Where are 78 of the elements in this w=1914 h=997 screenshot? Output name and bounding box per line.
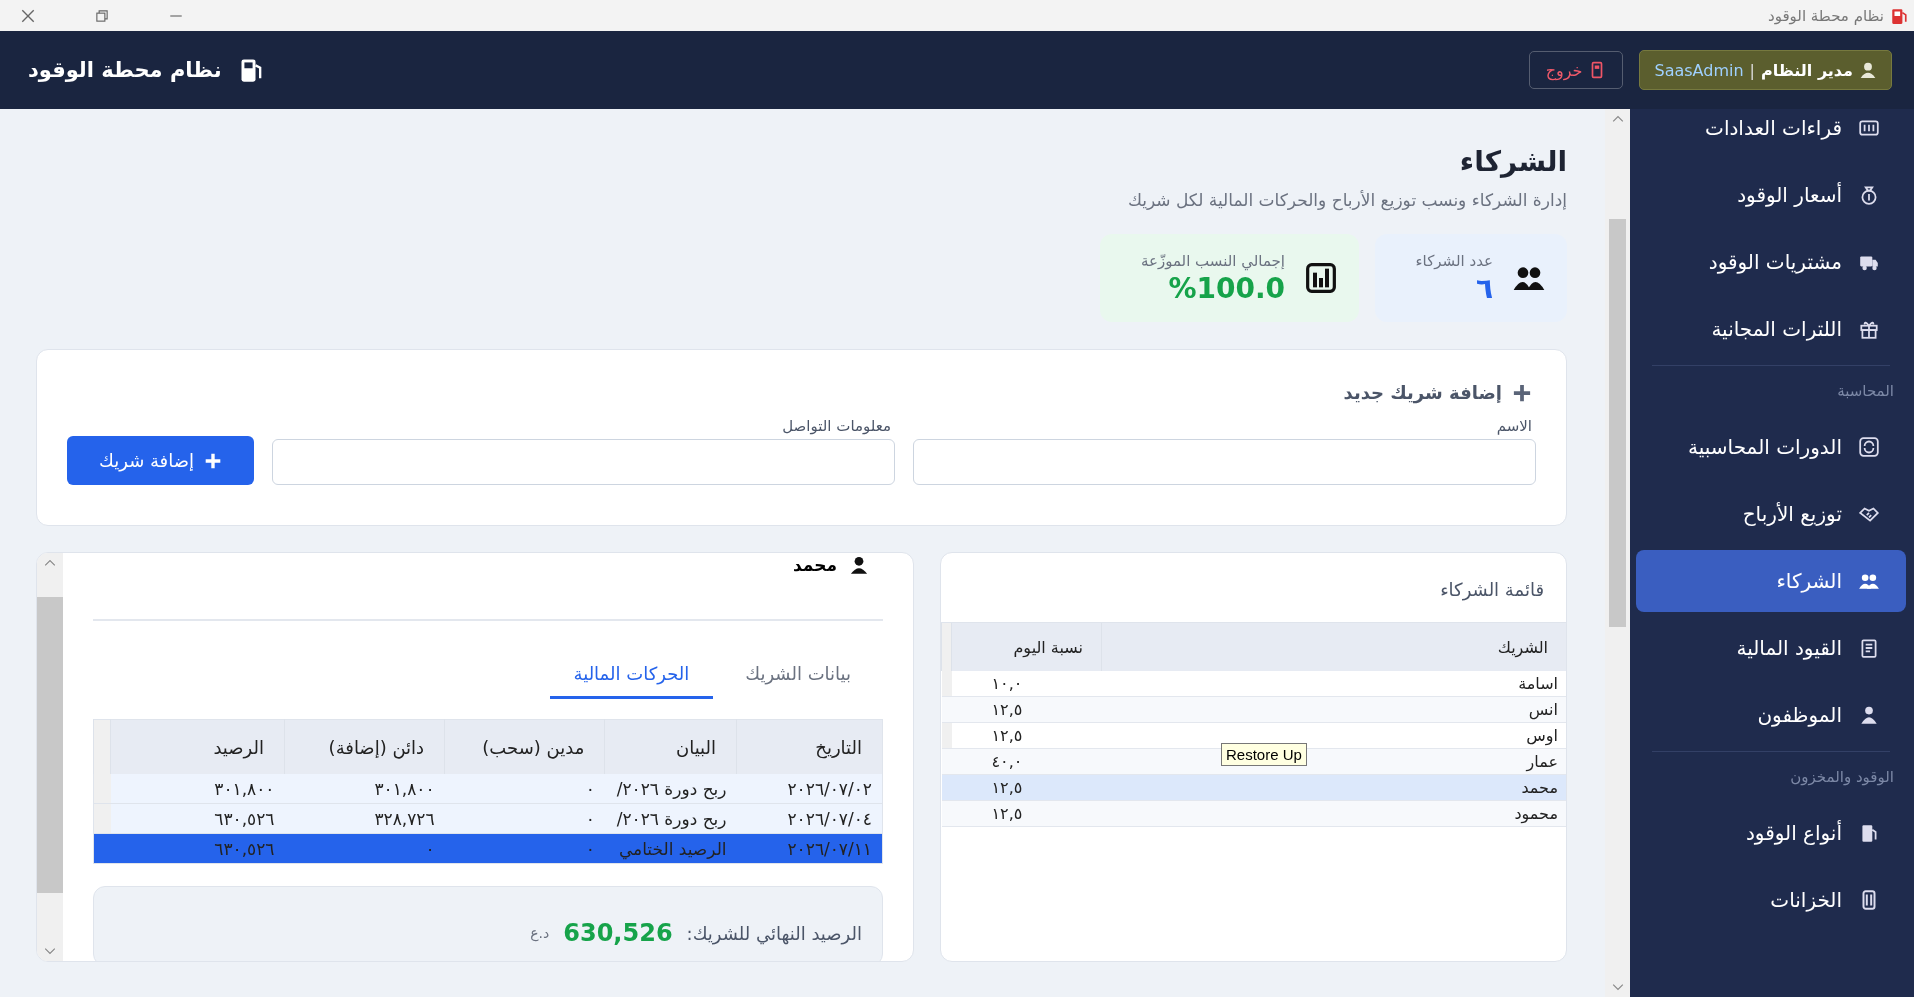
- stat-label: عدد الشركاء: [1415, 251, 1493, 270]
- currency: د.ع: [530, 925, 550, 941]
- column-header[interactable]: مدين (سحب): [444, 719, 605, 774]
- table-cell[interactable]: ٣٠١,٨٠٠: [284, 774, 445, 804]
- scroll-up-icon[interactable]: [1611, 114, 1624, 124]
- separator: |: [1749, 60, 1755, 80]
- page-subtitle: إدارة الشركاء ونسب توزيع الأرباح والحركات المالية لكل شريك: [1126, 190, 1567, 210]
- sidebar-item[interactable]: توزيع الأرباح: [1636, 483, 1906, 545]
- window-title: نظام محطة الوقود: [1767, 6, 1884, 25]
- app-icon: [1890, 6, 1908, 25]
- column-header[interactable]: نسبة اليوم: [951, 623, 1102, 671]
- restore-icon[interactable]: [94, 7, 110, 24]
- table-cell[interactable]: ٠: [444, 803, 605, 834]
- table-cell[interactable]: ٣٢٨,٧٢٦: [284, 803, 445, 834]
- scroll-down-icon[interactable]: [44, 946, 56, 956]
- input-field[interactable]: [272, 439, 895, 485]
- bar-chart-icon: [1305, 262, 1337, 294]
- sidebar-item[interactable]: القيود المالية: [1636, 617, 1906, 679]
- field-label: الاسم: [1495, 417, 1533, 435]
- scrollbar-thumb[interactable]: [37, 597, 63, 893]
- form-title: إضافة شريك جديد: [1343, 382, 1502, 403]
- input-field[interactable]: [913, 439, 1536, 485]
- table-cell[interactable]: ٢٠٢٦/٠٧/٠٤: [736, 803, 883, 834]
- stat-value: %100.0: [1167, 271, 1285, 305]
- table-cell[interactable]: انس: [1101, 696, 1566, 723]
- sidebar-item[interactable]: الخزانات: [1636, 869, 1906, 931]
- page-title: الشركاء: [1458, 145, 1567, 178]
- table-cell[interactable]: ٦٣٠,٥٢٦: [110, 803, 285, 834]
- user-icon: [849, 555, 869, 575]
- section-heading: المحاسبة: [1836, 381, 1895, 402]
- stat-value: ٦: [1474, 271, 1493, 305]
- table-cell[interactable]: ٢٠٢٦/٠٧/٠٢: [736, 774, 883, 804]
- user-role: مدير النظام: [1760, 60, 1853, 80]
- stat-label: إجمالي النسب الموزّعة: [1140, 251, 1285, 270]
- tooltip: Restore Up: [1221, 743, 1307, 766]
- table-cell[interactable]: اسامة: [1101, 671, 1566, 697]
- partner-name: محمد: [793, 555, 837, 575]
- app-title: نظام محطة الوقود: [28, 58, 222, 82]
- sidebar-item[interactable]: قراءات العدادات: [1636, 109, 1906, 159]
- tab[interactable]: بيانات الشريك: [721, 655, 875, 699]
- scroll-up-icon[interactable]: [44, 558, 56, 568]
- username: SaasAdmin: [1654, 60, 1744, 80]
- refresh-icon: [1858, 436, 1880, 458]
- table-cell[interactable]: ٤٠,٠: [951, 748, 1102, 775]
- sidebar-item[interactable]: اللترات المجانية: [1636, 298, 1906, 360]
- summary-value: 630,526: [563, 919, 673, 947]
- column-header[interactable]: دائن (إضافة): [284, 719, 445, 774]
- tab[interactable]: الحركات المالية: [549, 655, 714, 699]
- close-icon[interactable]: [20, 7, 36, 24]
- column-header[interactable]: الرصيد: [110, 719, 285, 774]
- table-cell[interactable]: ٣٠١,٨٠٠: [110, 774, 285, 804]
- table-cell[interactable]: محمد: [1101, 774, 1566, 801]
- plus-icon: [204, 451, 222, 470]
- user-icon: [1859, 61, 1877, 79]
- table-cell[interactable]: ١٢,٥: [951, 774, 1102, 801]
- sidebar-item[interactable]: مشتريات الوقود: [1636, 231, 1906, 293]
- table-cell[interactable]: ٠: [444, 774, 605, 804]
- column-header[interactable]: الشريك: [1101, 623, 1566, 671]
- logout-button[interactable]: خروج: [1528, 51, 1624, 89]
- field-label: معلومات التواصل: [781, 417, 892, 435]
- table-cell[interactable]: ربح دورة ٢٠٢٦/: [604, 774, 737, 804]
- scroll-down-icon[interactable]: [1611, 982, 1624, 992]
- plus-icon: [1512, 382, 1532, 403]
- add-partner-button[interactable]: إضافة شريك: [67, 436, 254, 485]
- table-cell[interactable]: ١٢,٥: [951, 696, 1102, 723]
- table-cell[interactable]: ١٢,٥: [951, 800, 1102, 827]
- table-cell[interactable]: محمود: [1101, 800, 1566, 827]
- summary-label: الرصيد النهائي للشريك:: [686, 922, 862, 944]
- column-header[interactable]: التاريخ: [736, 719, 883, 774]
- table-cell[interactable]: ربح دورة ٢٠٢٦/: [604, 803, 737, 834]
- sidebar-item[interactable]: الشركاء: [1636, 550, 1906, 612]
- column-header[interactable]: البيان: [604, 719, 737, 774]
- section-heading: الوقود والمخزون: [1789, 767, 1895, 788]
- sidebar-item[interactable]: الموظفون: [1636, 684, 1906, 746]
- sidebar-item[interactable]: أنواع الوقود: [1636, 802, 1906, 864]
- scrollbar-thumb[interactable]: [1609, 219, 1626, 627]
- sidebar-item[interactable]: أسعار الوقود: [1636, 164, 1906, 226]
- sidebar-item[interactable]: الدورات المحاسبية: [1636, 416, 1906, 478]
